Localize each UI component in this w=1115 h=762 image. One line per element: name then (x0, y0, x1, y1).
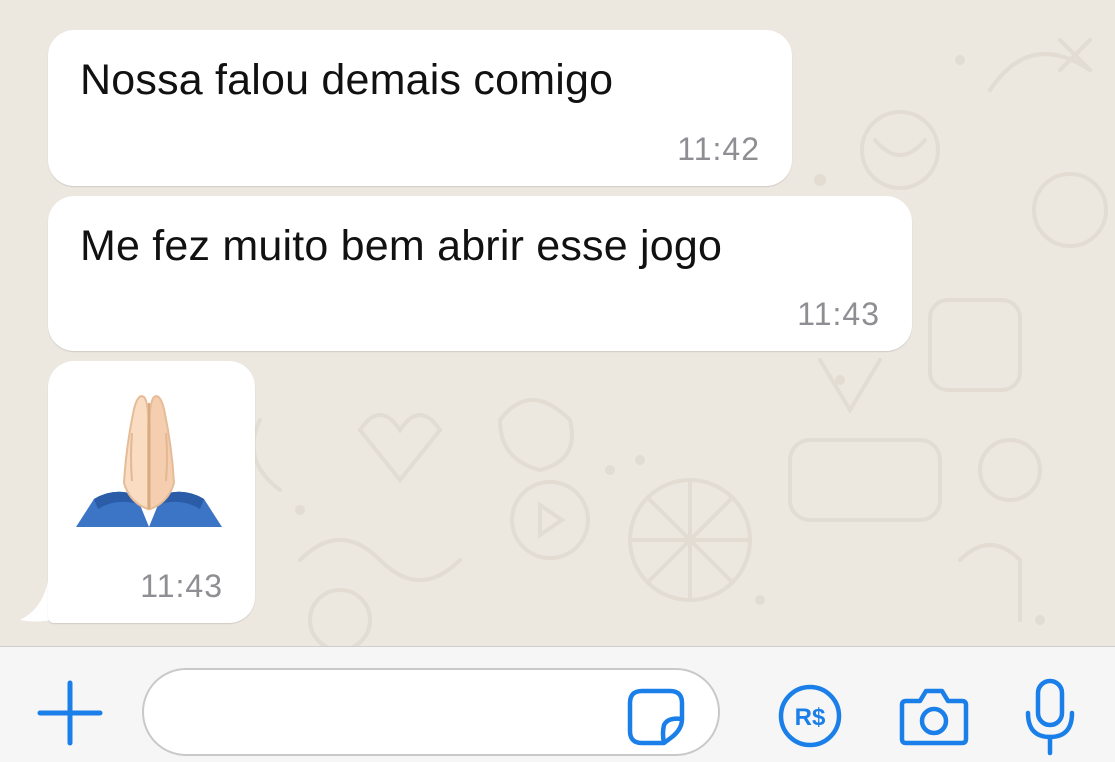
camera-button[interactable] (898, 683, 970, 749)
message-timestamp: 11:42 (677, 131, 760, 167)
attach-plus-button[interactable] (36, 679, 104, 747)
camera-icon (899, 688, 969, 746)
message-text: Me fez muito bem abrir esse jogo (80, 222, 723, 270)
message-bubble[interactable]: Me fez muito bem abrir esse jogo 11:43 (48, 196, 912, 351)
payment-label: R$ (795, 704, 826, 731)
plus-icon (37, 680, 103, 746)
emoji-message-bubble[interactable]: 11:43 (48, 361, 255, 623)
message-input-bar: R$ (0, 646, 1115, 762)
microphone-button[interactable] (1021, 677, 1079, 757)
payment-button[interactable]: R$ (777, 683, 843, 749)
folded-hands-emoji-icon (76, 395, 222, 527)
message-timestamp: 11:43 (797, 296, 880, 332)
message-text: Nossa falou demais comigo (80, 56, 614, 104)
microphone-icon (1025, 678, 1075, 756)
message-bubble[interactable]: Nossa falou demais comigo 11:42 (48, 30, 792, 186)
sticker-icon (627, 688, 685, 746)
message-timestamp: 11:43 (140, 568, 223, 604)
chat-area: Nossa falou demais comigo 11:42 Me fez m… (0, 0, 1115, 646)
payment-icon: R$ (778, 684, 842, 748)
sticker-button[interactable] (624, 685, 688, 749)
